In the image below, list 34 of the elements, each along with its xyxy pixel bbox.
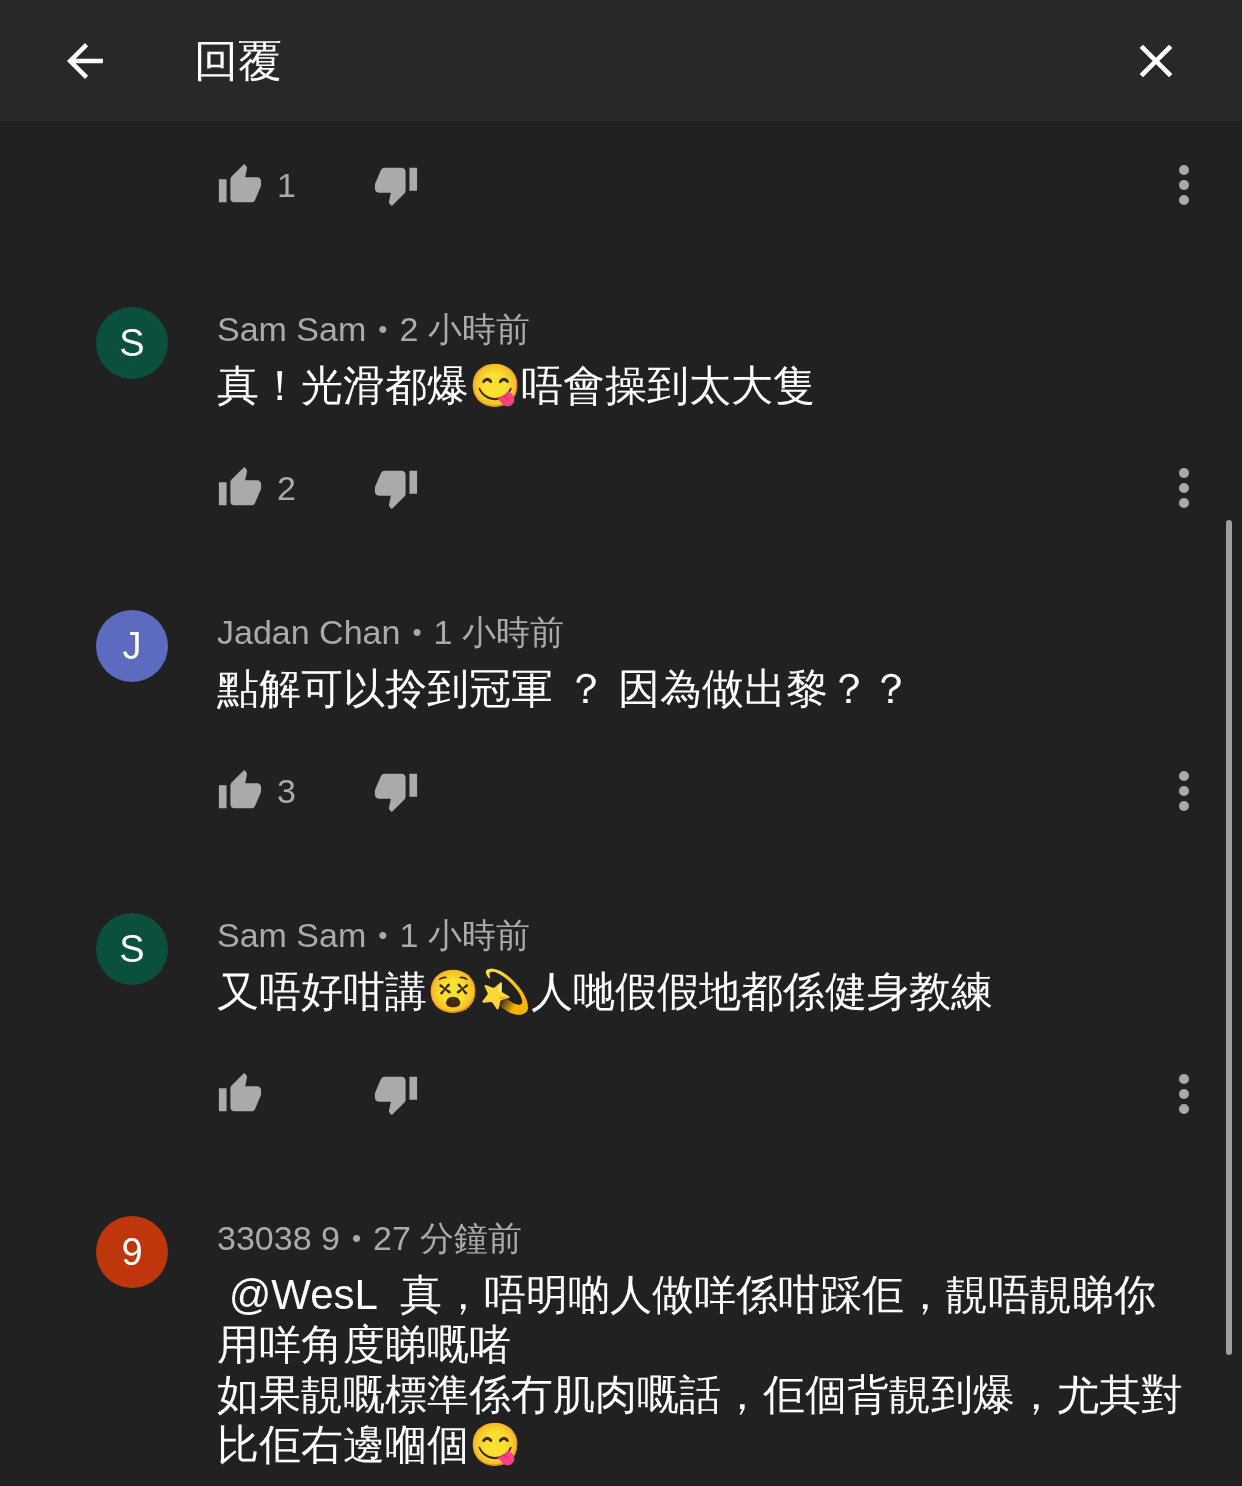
- like-count: 3: [277, 770, 296, 812]
- more-button[interactable]: [1179, 468, 1189, 508]
- more-icon: [1179, 165, 1189, 205]
- more-icon: [1179, 468, 1189, 508]
- comment-author[interactable]: Sam Sam: [217, 303, 367, 355]
- avatar[interactable]: S: [96, 913, 168, 985]
- comment-time: 27 分鐘前: [373, 1217, 523, 1259]
- comment-author[interactable]: Sam Sam: [217, 909, 367, 961]
- comment-author[interactable]: 33038 9: [217, 1212, 340, 1264]
- comment-text: 如果靚嘅標準係冇肌肉嘅話，佢個背靚到爆，尤其對比佢右邊嗰個😋: [217, 1370, 1184, 1470]
- separator-dot: •: [351, 1221, 361, 1255]
- more-icon: [1179, 1074, 1189, 1114]
- comment-text: @WesL 真，唔明啲人做咩係咁踩佢，靚唔靚睇你用咩角度睇嘅啫: [217, 1270, 1157, 1370]
- comment-text: 真！光滑都爆😋唔會操到太大隻: [217, 361, 816, 411]
- separator-dot: •: [378, 918, 388, 952]
- page-title: 回覆: [194, 34, 282, 87]
- more-button[interactable]: [1179, 1074, 1189, 1114]
- comment-text: 又唔好咁講😵💫人哋假假地都係健身教練: [217, 967, 994, 1017]
- separator-dot: •: [412, 615, 422, 649]
- separator-dot: •: [378, 312, 388, 346]
- more-icon: [1179, 771, 1189, 811]
- comment-time: 1 小時前: [399, 914, 530, 956]
- scrollbar[interactable]: [1226, 520, 1232, 1355]
- more-button[interactable]: [1179, 165, 1189, 205]
- avatar[interactable]: S: [96, 307, 168, 379]
- like-count: 2: [277, 467, 296, 509]
- comment-author[interactable]: Jadan Chan: [217, 606, 401, 658]
- more-button[interactable]: [1179, 771, 1189, 811]
- avatar[interactable]: J: [96, 610, 168, 682]
- like-count: 1: [277, 164, 296, 206]
- avatar[interactable]: 9: [96, 1216, 168, 1288]
- comment-time: 1 小時前: [433, 611, 564, 653]
- comment-time: 2 小時前: [399, 308, 530, 350]
- comment-text: 點解可以拎到冠軍 ？ 因為做出黎？？: [217, 664, 914, 714]
